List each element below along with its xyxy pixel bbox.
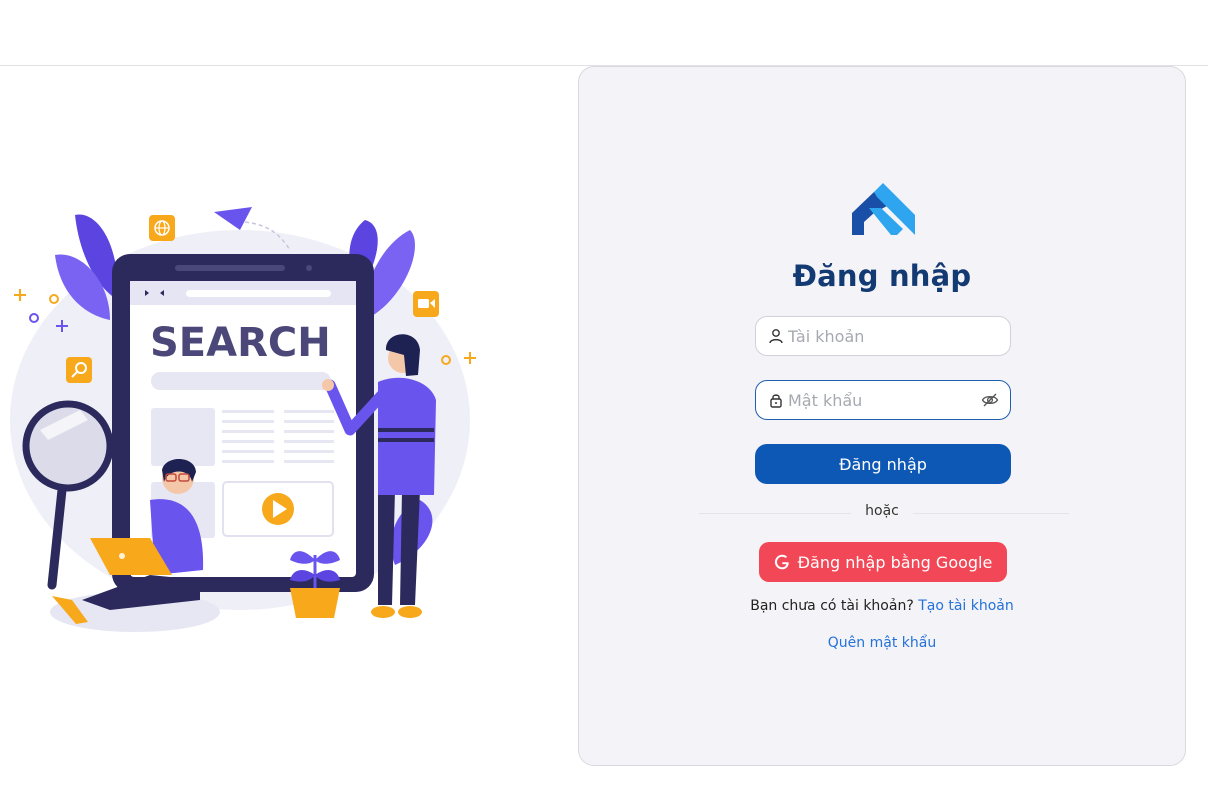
search-illustration: SEARCH — [10, 207, 476, 632]
search-icon — [66, 357, 92, 383]
eye-off-icon[interactable] — [980, 390, 1000, 410]
password-input[interactable] — [785, 381, 980, 419]
username-field[interactable] — [755, 316, 1011, 356]
signup-row: Bạn chưa có tài khoản? Tạo tài khoản — [579, 598, 1185, 614]
or-label: hoặc — [851, 503, 913, 519]
login-button[interactable]: Đăng nhập — [755, 444, 1011, 484]
forgot-row: Quên mật khẩu — [579, 635, 1185, 651]
google-login-label: Đăng nhập bằng Google — [797, 552, 993, 572]
forgot-password-link[interactable]: Quên mật khẩu — [828, 635, 936, 651]
search-illustration-text: SEARCH — [150, 320, 331, 366]
or-separator: hoặc — [579, 503, 1185, 519]
lock-icon — [767, 391, 785, 409]
password-field[interactable] — [755, 380, 1011, 420]
logo-icon — [852, 183, 915, 235]
google-login-button[interactable]: Đăng nhập bằng Google — [759, 542, 1007, 582]
page-title: Đăng nhập — [792, 259, 972, 293]
login-card: Đăng nhập Đăng nhập hoặc Đăng nhập bằng … — [578, 66, 1186, 766]
create-account-link[interactable]: Tạo tài khoản — [918, 598, 1014, 614]
video-icon — [413, 291, 439, 317]
signup-prompt: Bạn chưa có tài khoản? — [750, 598, 914, 614]
user-icon — [767, 327, 785, 345]
globe-icon — [149, 215, 175, 241]
username-input[interactable] — [785, 317, 1010, 355]
top-bar — [0, 0, 1208, 66]
google-icon — [774, 554, 790, 570]
